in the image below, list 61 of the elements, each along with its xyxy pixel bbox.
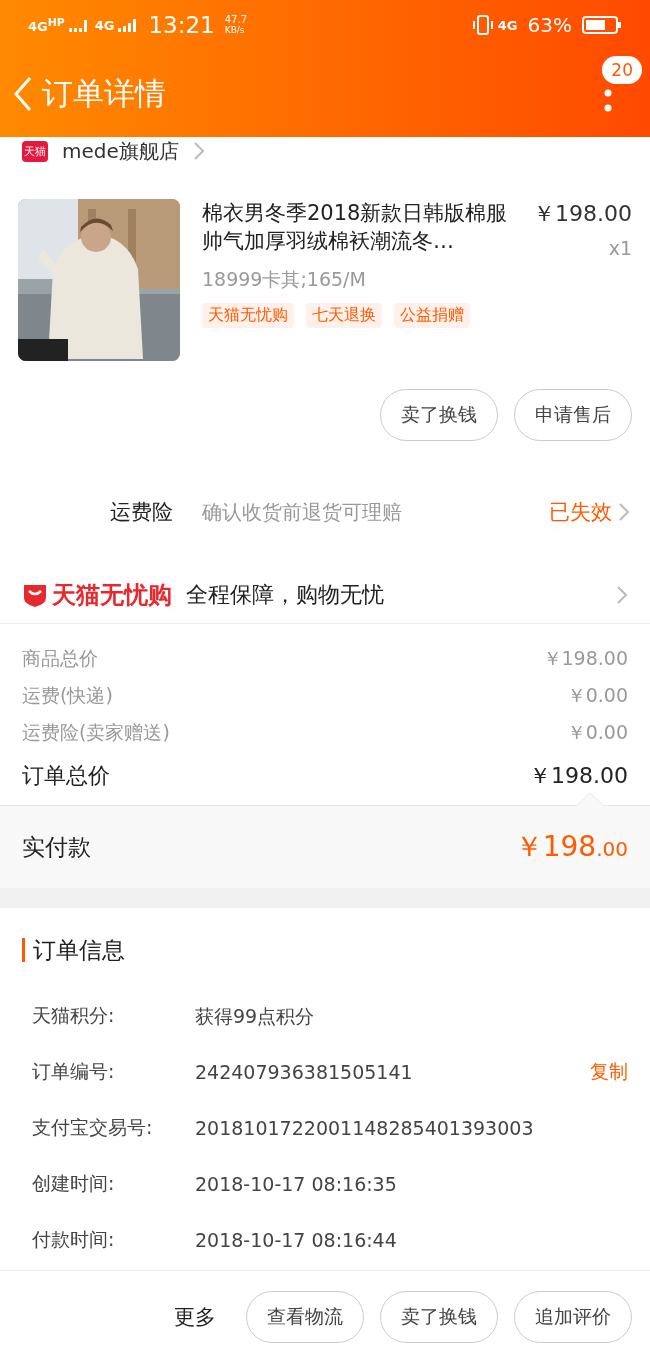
service-tag: 天猫无忧购 [202, 303, 294, 328]
shield-icon [22, 582, 48, 608]
quantity: x1 [607, 237, 632, 259]
paid-amount: ￥198 [514, 830, 597, 863]
info-label: 创建时间: [32, 1171, 116, 1196]
price-label: 订单总价 [22, 762, 110, 790]
product-price: ￥198.00 [533, 200, 632, 228]
chevron-icon [616, 585, 628, 605]
more-icon [604, 88, 612, 114]
message-count: 20 [602, 56, 642, 84]
page-title: 订单详情 [42, 73, 166, 113]
network-speed: 47.7 [224, 14, 247, 25]
network-label: 4G [94, 17, 115, 33]
info-value: 2018101722001148285401393003 [195, 1116, 535, 1140]
store-name[interactable]: mede旗舰店 [62, 137, 179, 165]
info-label: 付款时间: [32, 1227, 116, 1252]
more-button[interactable] [604, 88, 612, 114]
product-title[interactable]: 棉衣男冬季2018新款日韩版棉服帅气加厚羽绒棉袄潮流冬… [202, 199, 519, 259]
price-value: ￥0.00 [566, 683, 628, 708]
network-label: 4G$^{HP}$ [28, 15, 65, 35]
chevron-icon [192, 141, 205, 161]
action-button[interactable]: 追加评价 [514, 1291, 632, 1343]
speed-unit: KB/s [224, 25, 246, 36]
insurance-label: 运费险 [110, 499, 174, 526]
network-label: 4G [497, 17, 518, 33]
paid-amount-decimals: .00 [596, 837, 628, 861]
battery-level: 63% [527, 13, 572, 37]
info-value: 242407936381505141 [195, 1060, 414, 1084]
chevron-icon [618, 502, 630, 522]
vibrate-icon [471, 14, 494, 36]
guarantee-brand: 天猫无忧购 [52, 580, 172, 611]
info-label: 天猫积分: [32, 1003, 116, 1028]
price-label: 运费(快递) [22, 683, 113, 708]
accent-bar [22, 938, 25, 962]
service-tag: 七天退换 [306, 303, 382, 328]
battery-icon [582, 15, 622, 35]
action-button[interactable]: 卖了换钱 [380, 389, 498, 441]
action-button[interactable]: 申请售后 [514, 389, 632, 441]
info-value: 2018-10-17 08:16:44 [195, 1228, 398, 1252]
price-value: ￥0.00 [566, 720, 628, 745]
info-value: 获得99点积分 [195, 1004, 316, 1028]
action-button[interactable]: 查看物流 [246, 1291, 364, 1343]
paid-label: 实付款 [22, 832, 91, 862]
price-value: ￥198.00 [529, 762, 628, 790]
action-button[interactable]: 卖了换钱 [380, 1291, 498, 1343]
price-label: 商品总价 [22, 646, 98, 671]
store-logo: 天猫 [22, 140, 48, 162]
service-tag: 公益捐赠 [394, 303, 470, 328]
clock: 13:21 [148, 12, 215, 38]
more-link[interactable]: 更多 [174, 1303, 216, 1331]
back-button[interactable] [12, 75, 34, 112]
back-icon [12, 75, 34, 112]
guarantee-text: 全程保障，购物无忧 [186, 581, 384, 609]
info-label: 支付宝交易号: [32, 1115, 154, 1140]
price-value: ￥198.00 [542, 646, 628, 671]
info-label: 订单编号: [32, 1059, 116, 1084]
info-value: 2018-10-17 08:16:35 [195, 1172, 398, 1196]
price-label: 运费险(卖家赠送) [22, 720, 170, 745]
insurance-description: 确认收货前退货可理赔 [202, 499, 403, 526]
section-title: 订单信息 [33, 935, 125, 965]
product-spec: 18999卡其;165/M [202, 267, 367, 292]
